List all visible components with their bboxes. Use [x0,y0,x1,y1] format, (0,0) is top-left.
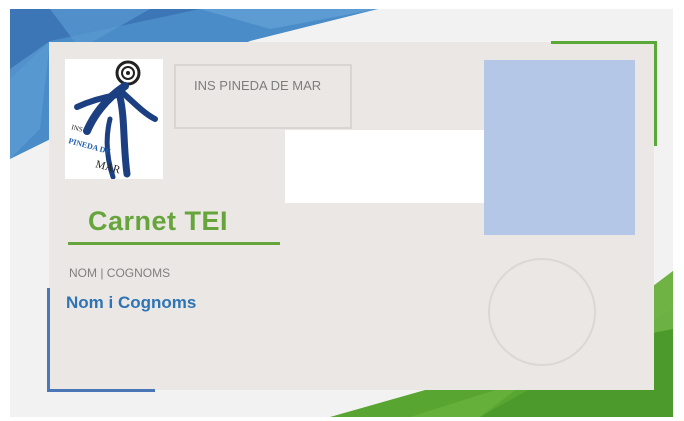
stamp-circle-icon [488,258,596,366]
card-title: Carnet TEI [88,206,229,236]
blank-field [285,130,484,203]
name-value: Nom i Cognoms [66,293,197,312]
school-logo: INS PINEDA DE MAR [65,59,163,179]
ins-pineda-de-mar-logo-icon: INS PINEDA DE MAR [67,60,158,179]
school-name-box: INS PINEDA DE MAR [174,64,352,129]
logo-text-top: INS [70,123,83,134]
name-label: NOM | COGNOMS [69,266,171,280]
logo-text-bottom: MAR [94,158,122,176]
school-name: INS PINEDA DE MAR [194,78,322,93]
title-underline [68,242,280,245]
photo-placeholder [484,60,635,235]
